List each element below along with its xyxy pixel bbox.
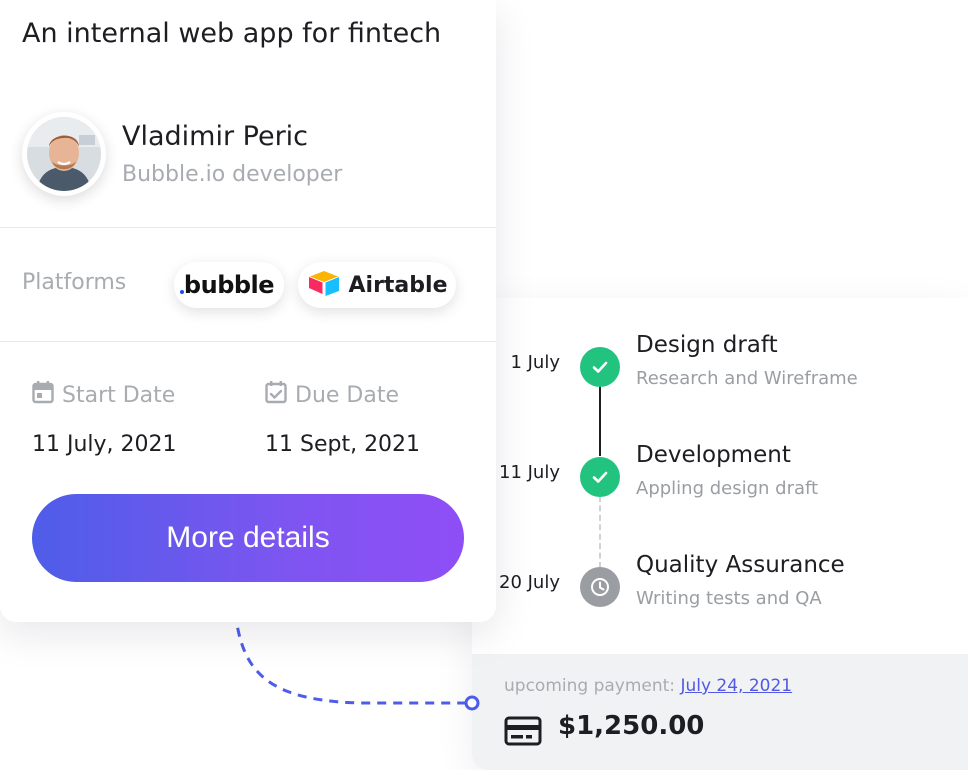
start-date-label-row: Start Date [32, 380, 177, 410]
due-date-value: 11 Sept, 2021 [265, 432, 421, 457]
credit-card-icon [504, 716, 542, 750]
avatar [22, 112, 106, 196]
due-date-label: Due Date [295, 382, 399, 408]
start-date-value: 11 July, 2021 [32, 432, 177, 457]
step-subtitle: Research and Wireframe [636, 368, 858, 389]
step-title: Development [636, 442, 791, 468]
calendar-check-icon [265, 380, 287, 410]
timeline-step-development: 11 July Development Appling design draft [472, 438, 968, 508]
more-details-button[interactable]: More details [32, 494, 464, 582]
divider [0, 341, 496, 342]
payment-date-link[interactable]: July 24, 2021 [680, 676, 792, 696]
step-title: Design draft [636, 332, 778, 358]
timeline-step-quality-assurance: 20 July Quality Assurance Writing tests … [472, 548, 968, 618]
start-date-label: Start Date [62, 382, 176, 408]
divider [0, 227, 496, 228]
step-subtitle: Writing tests and QA [636, 588, 822, 609]
project-card: An internal web app for fintech Vladimir… [0, 0, 496, 622]
due-date-label-row: Due Date [265, 380, 420, 410]
calendar-icon [32, 380, 54, 410]
platforms-label: Platforms [22, 270, 127, 295]
step-date: 11 July [499, 462, 560, 483]
due-date: Due Date 11 Sept, 2021 [265, 380, 420, 457]
payment-label: upcoming payment: [504, 676, 676, 696]
step-title: Quality Assurance [636, 552, 845, 578]
step-date: 20 July [499, 572, 560, 593]
payment-amount: $1,250.00 [558, 711, 705, 741]
check-icon [580, 457, 620, 497]
person-role: Bubble.io developer [122, 162, 343, 187]
project-title: An internal web app for fintech [22, 18, 442, 49]
start-date: Start Date 11 July, 2021 [32, 380, 177, 457]
check-icon [580, 347, 620, 387]
step-date: 1 July [510, 352, 560, 373]
step-subtitle: Appling design draft [636, 478, 819, 499]
bubble-logo: bubble [179, 271, 275, 299]
upcoming-payment: upcoming payment: July 24, 2021 $1,250.0… [472, 654, 968, 770]
person-name: Vladimir Peric [122, 121, 309, 152]
platform-badge-airtable: Airtable [298, 262, 456, 308]
clock-icon [580, 567, 620, 607]
timeline-step-design-draft: 1 July Design draft Research and Wirefra… [472, 328, 968, 398]
platform-badge-bubble: bubble [174, 262, 284, 308]
timeline-card: 1 July Design draft Research and Wirefra… [472, 298, 968, 770]
person-photo [27, 117, 101, 191]
airtable-logo: Airtable [348, 272, 448, 298]
airtable-logo-icon [307, 269, 341, 301]
payment-label-row: upcoming payment: July 24, 2021 [504, 676, 792, 696]
